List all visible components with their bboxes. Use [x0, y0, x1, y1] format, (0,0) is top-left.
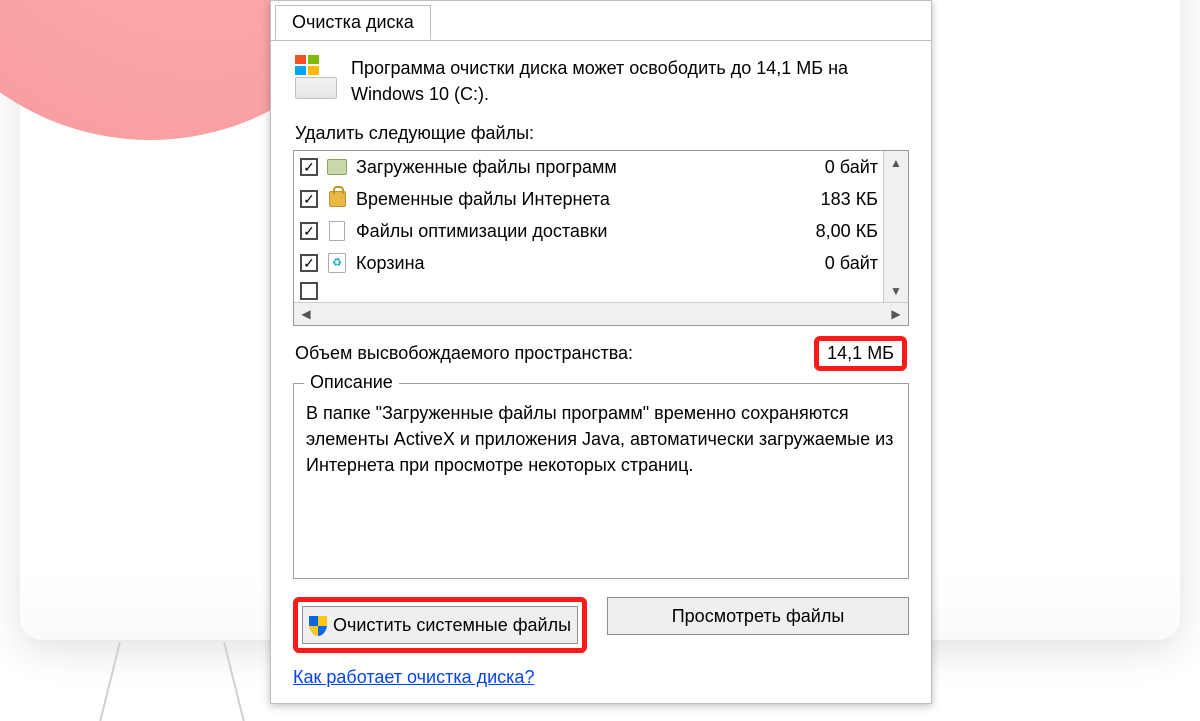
total-space-label: Объем высвобождаемого пространства:	[295, 343, 808, 364]
scroll-left-icon[interactable]: ◀	[294, 303, 318, 325]
drive-icon	[295, 55, 337, 99]
lock-icon	[326, 191, 348, 207]
file-list-item[interactable]: ✓ Файлы оптимизации доставки 8,00 КБ	[294, 215, 908, 247]
uac-shield-icon	[309, 616, 327, 636]
view-files-label: Просмотреть файлы	[672, 606, 845, 627]
file-list-item[interactable]: ✓ Временные файлы Интернета 183 КБ	[294, 183, 908, 215]
windows-logo-icon	[295, 55, 319, 75]
file-list[interactable]: ✓ Загруженные файлы программ 0 байт ✓ Времен…	[293, 150, 909, 326]
file-item-size: 0 байт	[815, 250, 878, 276]
checkbox[interactable]: ✓	[300, 254, 318, 272]
stand-line	[85, 642, 121, 721]
file-item-name: Файлы оптимизации доставки	[356, 218, 798, 244]
description-legend: Описание	[304, 372, 399, 393]
clean-system-files-button[interactable]: Очистить системные файлы	[302, 606, 578, 644]
folder-icon	[326, 159, 348, 175]
file-list-item[interactable]: ✓ ♻ Корзина 0 байт	[294, 247, 908, 279]
clean-system-files-label: Очистить системные файлы	[333, 615, 571, 636]
description-fieldset: Описание В папке "Загруженные файлы прог…	[293, 383, 909, 579]
horizontal-scrollbar[interactable]: ◀ ▶	[294, 302, 908, 325]
checkbox[interactable]: ✓	[300, 222, 318, 240]
vertical-scrollbar[interactable]: ▲ ▼	[883, 151, 908, 303]
disk-cleanup-window: Очистка диска Программа очистки диска мо…	[270, 0, 932, 704]
view-files-button[interactable]: Просмотреть файлы	[607, 597, 909, 635]
file-item-name: Загруженные файлы программ	[356, 154, 807, 180]
checkbox[interactable]: ✓	[300, 158, 318, 176]
page-icon	[326, 221, 348, 241]
tab-disk-cleanup[interactable]: Очистка диска	[275, 5, 431, 40]
stand-line	[223, 642, 259, 721]
recycle-bin-icon: ♻	[326, 253, 348, 273]
scroll-up-icon[interactable]: ▲	[884, 151, 908, 175]
checkbox[interactable]	[300, 282, 318, 300]
delete-files-label: Удалить следующие файлы:	[293, 123, 909, 150]
total-space-value: 14,1 МБ	[814, 336, 907, 371]
checkbox[interactable]: ✓	[300, 190, 318, 208]
file-list-item[interactable]: ✓ Загруженные файлы программ 0 байт	[294, 151, 908, 183]
file-list-item[interactable]	[294, 279, 908, 303]
scroll-down-icon[interactable]: ▼	[884, 279, 908, 303]
description-text: В папке "Загруженные файлы программ" вре…	[306, 394, 896, 478]
file-item-size: 0 байт	[815, 154, 878, 180]
file-item-name: Временные файлы Интернета	[356, 186, 803, 212]
scroll-right-icon[interactable]: ▶	[884, 303, 908, 325]
file-item-size: 8,00 КБ	[806, 218, 878, 244]
file-item-size: 183 КБ	[811, 186, 878, 212]
help-link[interactable]: Как работает очистка диска?	[293, 667, 534, 688]
intro-text: Программа очистки диска может освободить…	[351, 55, 907, 107]
highlight-clean-system-files: Очистить системные файлы	[293, 597, 587, 653]
file-item-name: Корзина	[356, 250, 807, 276]
